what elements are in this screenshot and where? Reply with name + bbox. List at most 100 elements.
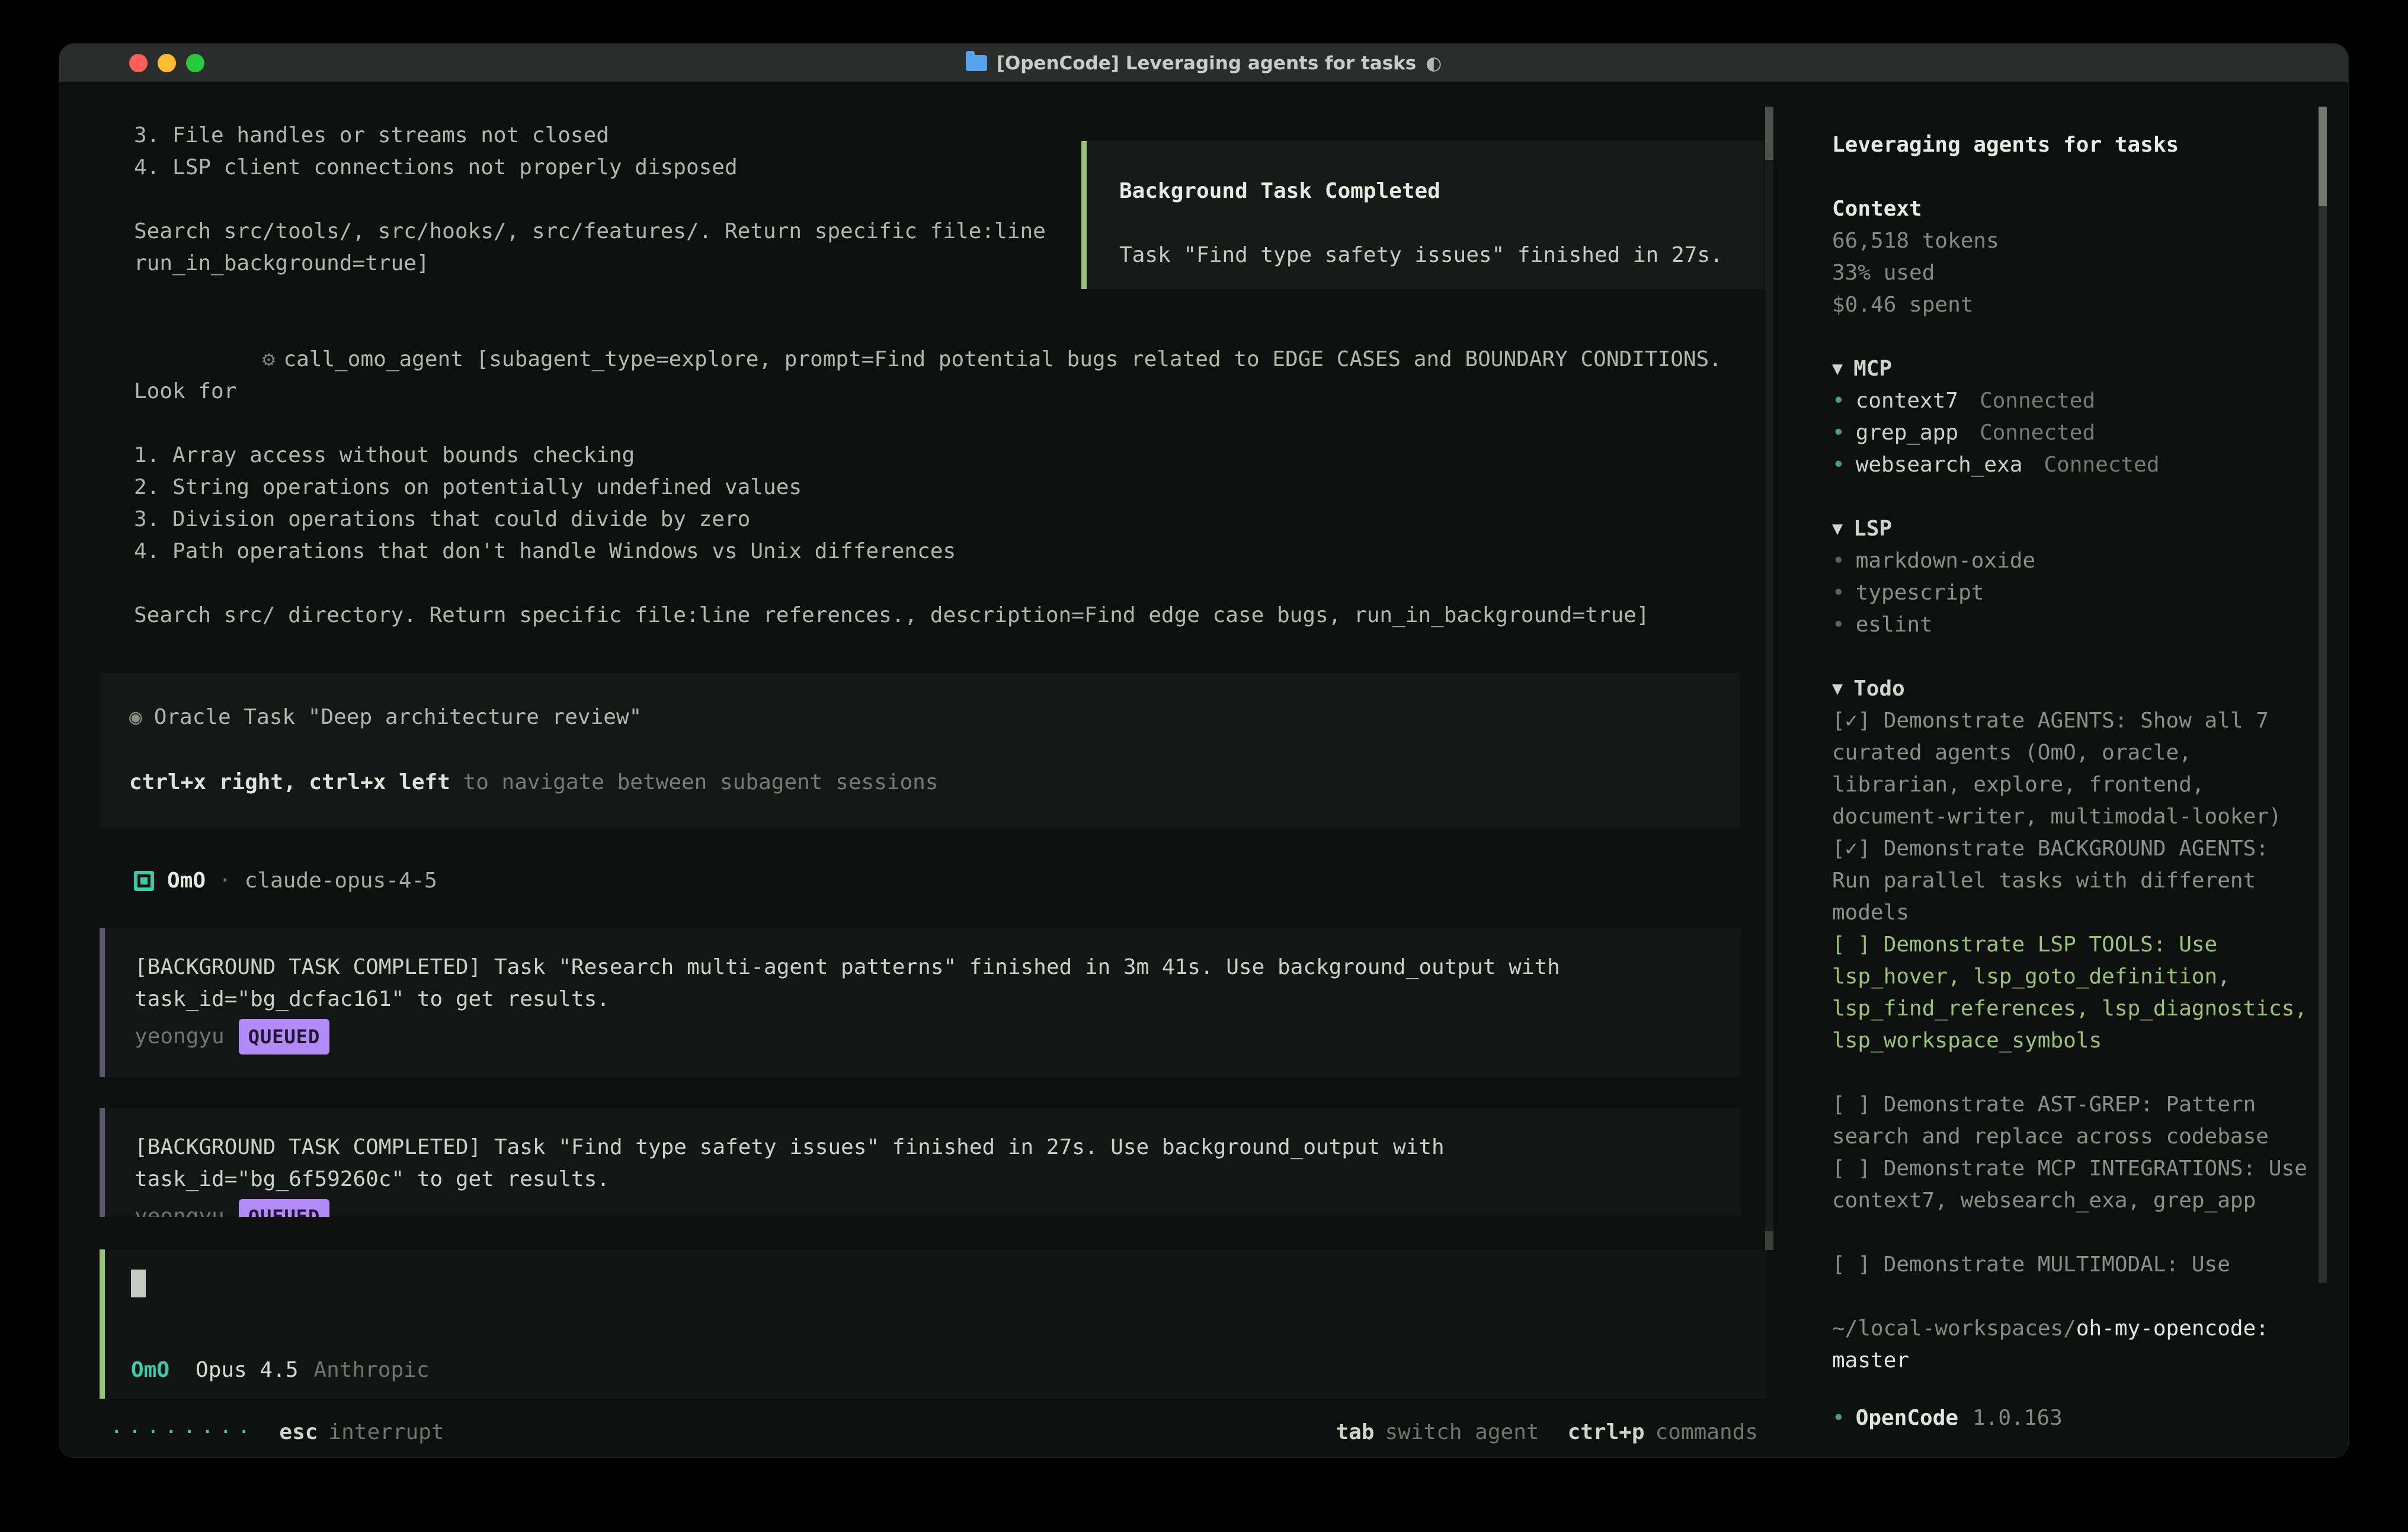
lsp-name: markdown-oxide <box>1856 545 2035 577</box>
tool-call-text: call_omo_agent [subagent_type=explore, p… <box>134 347 1735 403</box>
workspace-repo: oh-my-opencode: <box>2076 1316 2269 1341</box>
tool-call-line: ⚙call_omo_agent [subagent_type=explore, … <box>134 312 1756 440</box>
model-provider: Anthropic <box>313 1358 429 1382</box>
tool-call-line: Search src/ directory. Return specific f… <box>134 600 1756 632</box>
agent-icon <box>134 871 154 891</box>
lsp-name: eslint <box>1856 609 1933 641</box>
lsp-item: • eslint <box>1832 609 2313 641</box>
blank-line <box>1832 641 2313 673</box>
lsp-item: • typescript <box>1832 577 2313 609</box>
blank-line <box>1832 481 2313 513</box>
todo-item: [ ] Demonstrate AST-GREP: Pattern search… <box>1832 1089 2313 1153</box>
terminal-scrollback[interactable]: 3. File handles or streams not closed 4.… <box>59 83 1773 1217</box>
window-title: [OpenCode] Leveraging agents for tasks ◐ <box>966 53 1442 74</box>
session-sidebar: Leveraging agents for tasks Context 66,5… <box>1773 83 2348 1458</box>
app-version-footer: • OpenCode 1.0.163 <box>1832 1402 2313 1434</box>
mcp-header-label: MCP <box>1853 353 1892 385</box>
background-task-message: [BACKGROUND TASK COMPLETED] Task "Resear… <box>100 928 1741 1077</box>
active-agent-name: OmO <box>131 1358 169 1382</box>
app-version: 1.0.163 <box>1972 1402 2063 1434</box>
blank-line <box>134 568 1756 600</box>
mcp-name: grep_app <box>1856 417 1958 449</box>
bullet-icon: • <box>1832 1402 1845 1434</box>
zoom-button[interactable] <box>186 54 204 72</box>
todo-item: [ ] Demonstrate MCP INTEGRATIONS: Use co… <box>1832 1153 2313 1217</box>
sidebar-scrollbar-thumb[interactable] <box>2319 107 2327 206</box>
hint-keys: ctrl+x right, ctrl+x left <box>129 770 450 794</box>
text-cursor <box>131 1270 146 1297</box>
context-tokens: 66,518 tokens <box>1832 225 2313 257</box>
commands-key: ctrl+p <box>1568 1420 1645 1444</box>
input-meta: OmO Opus 4.5 Anthropic <box>131 1358 1737 1382</box>
todo-section-header[interactable]: ▼ Todo <box>1832 673 2313 705</box>
bullet-icon: • <box>1832 385 1845 417</box>
workspace-path: ~/local-workspaces/oh-my-opencode: maste… <box>1832 1313 2313 1377</box>
status-bar: ········ esc interrupt tab switch agent … <box>59 1412 1773 1458</box>
mcp-item: • context7 Connected <box>1832 385 2313 417</box>
main-scrollbar-cap <box>1765 1231 1773 1250</box>
context-header: Context <box>1832 193 2313 225</box>
tab-key: tab <box>1336 1420 1374 1444</box>
terminal-window: [OpenCode] Leveraging agents for tasks ◐… <box>59 43 2349 1458</box>
mcp-name: websearch_exa <box>1856 449 2023 481</box>
titlebar[interactable]: [OpenCode] Leveraging agents for tasks ◐ <box>59 44 2348 83</box>
tool-call-line: 4. Path operations that don't handle Win… <box>134 536 1756 568</box>
prompt-input[interactable]: OmO Opus 4.5 Anthropic <box>100 1249 1766 1399</box>
notification-body: Task "Find type safety issues" finished … <box>1119 239 1731 271</box>
message-author: yeongyu <box>135 1201 225 1217</box>
commands-hint: ctrl+p commands <box>1568 1420 1758 1444</box>
folder-icon <box>966 55 987 71</box>
todo-checkbox: [✓] <box>1832 709 1884 733</box>
todo-text: Demonstrate MCP INTEGRATIONS: Use contex… <box>1832 1156 2320 1213</box>
tool-call-line: 1. Array access without bounds checking <box>134 440 1756 472</box>
spinner-dots-icon: ········ <box>110 1420 255 1444</box>
git-branch: master <box>1832 1348 1909 1373</box>
fisheye-icon: ◉ <box>129 701 142 733</box>
queued-badge: QUEUED <box>239 1019 330 1055</box>
lsp-header-label: LSP <box>1853 513 1892 545</box>
mcp-section-header[interactable]: ▼ MCP <box>1832 353 2313 385</box>
bullet-icon: • <box>1832 609 1845 641</box>
tab-label: switch agent <box>1385 1420 1539 1444</box>
main-scrollbar[interactable] <box>1765 107 1773 1250</box>
separator-dot: · <box>219 865 232 897</box>
hint-text: to navigate between subagent sessions <box>450 770 939 794</box>
lsp-item: • markdown-oxide <box>1832 545 2313 577</box>
background-task-message: [BACKGROUND TASK COMPLETED] Task "Find t… <box>100 1108 1741 1217</box>
todo-checkbox: [ ] <box>1832 1156 1884 1181</box>
oracle-task-title: Oracle Task "Deep architecture review" <box>154 701 642 733</box>
agent-name: OmO <box>167 865 206 897</box>
mcp-item: • websearch_exa Connected <box>1832 449 2313 481</box>
oracle-navigation-hint: ctrl+x right, ctrl+x left to navigate be… <box>129 767 1711 799</box>
queued-badge: QUEUED <box>239 1199 330 1217</box>
app-name: OpenCode <box>1856 1402 1958 1434</box>
lsp-section-header[interactable]: ▼ LSP <box>1832 513 2313 545</box>
tool-call-line: 2. String operations on potentially unde… <box>134 472 1756 504</box>
message-text: [BACKGROUND TASK COMPLETED] Task "Find t… <box>135 1132 1711 1196</box>
workspace-dir: ~/local-workspaces/ <box>1832 1316 2076 1341</box>
background-task-notification: Background Task Completed Task "Find typ… <box>1081 141 1764 289</box>
todo-text: Demonstrate MULTIMODAL: Use <box>1884 1252 2230 1277</box>
bullet-icon: • <box>1832 577 1845 609</box>
esc-hint: esc interrupt <box>279 1420 444 1444</box>
mcp-status: Connected <box>1980 417 2095 449</box>
sidebar-scrollbar[interactable] <box>2319 107 2327 1283</box>
chevron-down-icon: ▼ <box>1832 513 1843 545</box>
minimize-button[interactable] <box>158 54 176 72</box>
todo-checkbox: [ ] <box>1832 1252 1884 1277</box>
oracle-task-panel[interactable]: ◉ Oracle Task "Deep architecture review"… <box>100 673 1741 827</box>
main-scrollbar-thumb[interactable] <box>1765 107 1773 160</box>
commands-label: commands <box>1655 1420 1758 1444</box>
todo-text: Demonstrate AST-GREP: Pattern search and… <box>1832 1092 2269 1149</box>
chevron-down-icon: ▼ <box>1832 673 1843 705</box>
window-title-text: [OpenCode] Leveraging agents for tasks <box>997 53 1417 74</box>
esc-label: interrupt <box>328 1420 444 1444</box>
todo-checkbox: [ ] <box>1832 932 1884 957</box>
todo-item: [✓] Demonstrate BACKGROUND AGENTS: Run p… <box>1832 833 2313 929</box>
bullet-icon: • <box>1832 545 1845 577</box>
agent-model: claude-opus-4-5 <box>245 865 437 897</box>
context-spent: $0.46 spent <box>1832 289 2313 321</box>
session-clock-icon: ◐ <box>1426 53 1442 74</box>
close-button[interactable] <box>129 54 148 72</box>
bullet-icon: • <box>1832 449 1845 481</box>
